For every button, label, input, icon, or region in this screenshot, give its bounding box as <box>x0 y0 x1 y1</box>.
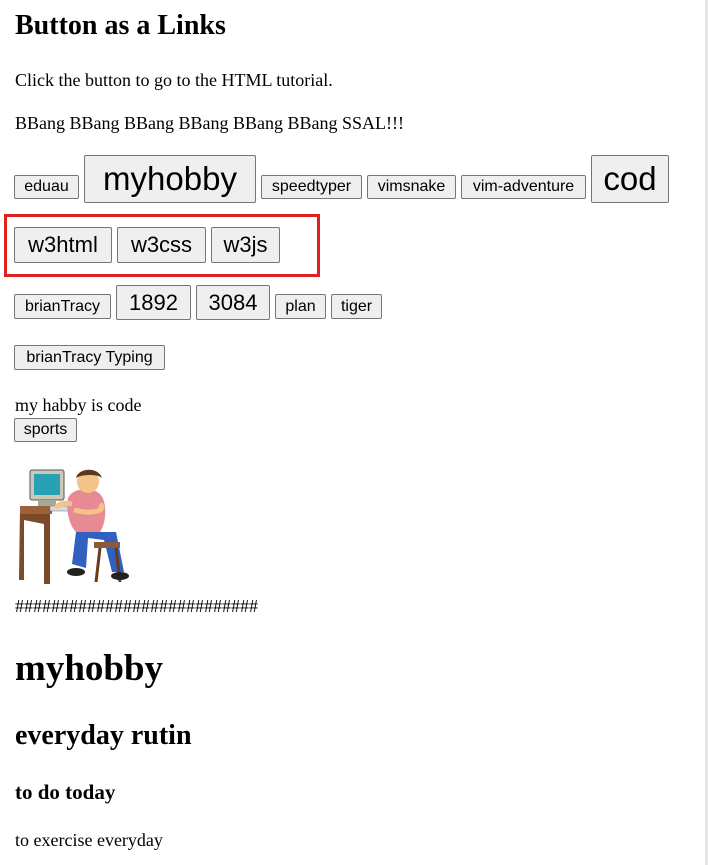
vimsnake-button[interactable]: vimsnake <box>367 175 456 199</box>
intro-text: Click the button to go to the HTML tutor… <box>15 70 333 90</box>
chant-text: BBang BBang BBang BBang BBang BBang SSAL… <box>15 113 405 133</box>
w3js-button[interactable]: w3js <box>211 227 280 263</box>
tiger-button[interactable]: tiger <box>331 294 382 319</box>
sports-button[interactable]: sports <box>14 418 77 442</box>
hash-divider: ########################### <box>15 596 258 616</box>
heading-everyday-rutin: everyday rutin <box>15 720 192 751</box>
w3css-button[interactable]: w3css <box>117 227 206 263</box>
myhobby-button[interactable]: myhobby <box>84 155 256 203</box>
speedtyper-button[interactable]: speedtyper <box>261 175 362 199</box>
button-3084[interactable]: 3084 <box>196 285 270 320</box>
cod-button[interactable]: cod <box>591 155 669 203</box>
vim-adventure-button[interactable]: vim-adventure <box>461 175 586 199</box>
briantracy-button[interactable]: brianTracy <box>14 294 111 319</box>
button-1892[interactable]: 1892 <box>116 285 191 320</box>
plan-button[interactable]: plan <box>275 294 326 319</box>
todo-text: to exercise everyday <box>15 830 163 850</box>
eduau-button[interactable]: eduau <box>14 175 79 199</box>
hobby-text: my habby is code <box>15 395 142 415</box>
page-title: Button as a Links <box>15 10 226 41</box>
heading-to-do-today: to do today <box>15 780 116 804</box>
heading-myhobby: myhobby <box>15 648 164 689</box>
briantracy-typing-button[interactable]: brianTracy Typing <box>14 345 165 370</box>
person-typing-at-computer-icon <box>19 469 129 584</box>
w3html-button[interactable]: w3html <box>14 227 112 263</box>
